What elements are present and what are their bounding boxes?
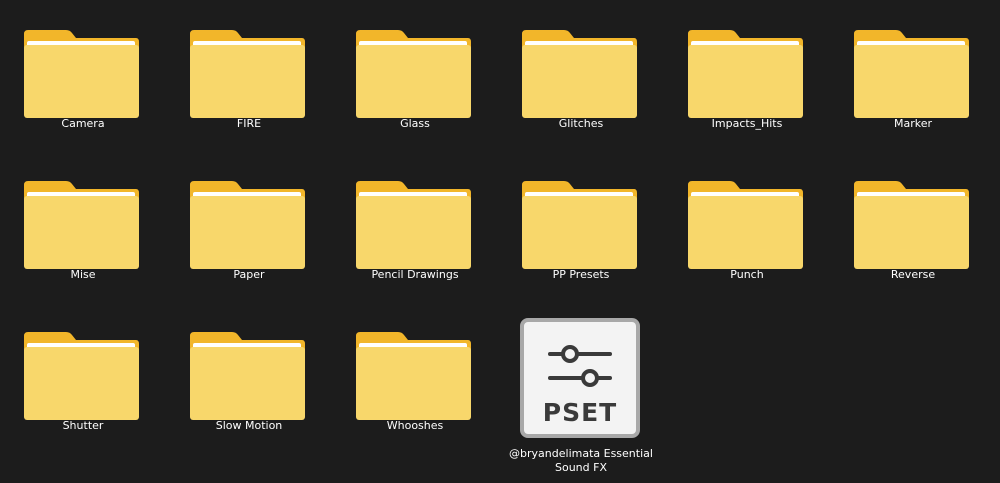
folder-icon <box>356 181 471 269</box>
folder-item[interactable]: Marker <box>830 0 996 150</box>
folder-icon <box>356 332 471 420</box>
folder-label: FIRE <box>236 117 262 130</box>
folder-icon <box>688 181 803 269</box>
file-explorer-icon-grid: Camera FIRE Glass Glitches Impacts_Hits … <box>0 0 1000 483</box>
folder-label: Mise <box>70 268 96 281</box>
folder-item[interactable]: Pencil Drawings <box>332 151 498 301</box>
pset-icon-text: PSET <box>542 398 618 427</box>
folder-item[interactable]: Paper <box>166 151 332 301</box>
folder-label: Pencil Drawings <box>371 268 459 281</box>
folder-label: Glass <box>400 117 430 130</box>
folder-item[interactable]: Camera <box>0 0 166 150</box>
folder-icon <box>190 332 305 420</box>
folder-label: Impacts_Hits <box>711 117 783 130</box>
folder-label: Whooshes <box>386 419 444 432</box>
folder-item[interactable]: Whooshes <box>332 302 498 452</box>
folder-icon <box>522 30 637 118</box>
folder-label: Marker <box>893 117 933 130</box>
folder-item[interactable]: PP Presets <box>498 151 664 301</box>
folder-item[interactable]: Impacts_Hits <box>664 0 830 150</box>
sliders-icon <box>548 345 612 387</box>
folder-icon <box>24 181 139 269</box>
folder-icon <box>522 181 637 269</box>
folder-label: Reverse <box>890 268 936 281</box>
folder-icon <box>356 30 471 118</box>
folder-item[interactable]: Reverse <box>830 151 996 301</box>
folder-label: Punch <box>730 268 764 281</box>
folder-label: PP Presets <box>552 268 610 281</box>
folder-icon <box>688 30 803 118</box>
folder-icon <box>854 181 969 269</box>
folder-item[interactable]: Glass <box>332 0 498 150</box>
folder-item[interactable]: FIRE <box>166 0 332 150</box>
folder-icon <box>24 332 139 420</box>
folder-label: Shutter <box>62 419 104 432</box>
folder-icon <box>24 30 139 118</box>
folder-icon <box>854 30 969 118</box>
folder-label: Slow Motion <box>215 419 283 432</box>
folder-item[interactable]: Shutter <box>0 302 166 452</box>
folder-label: Paper <box>233 268 265 281</box>
folder-label: Camera <box>61 117 105 130</box>
folder-item[interactable]: Glitches <box>498 0 664 150</box>
folder-item[interactable]: Punch <box>664 151 830 301</box>
folder-icon <box>190 181 305 269</box>
pset-file-icon: PSET <box>520 318 640 438</box>
folder-icon <box>190 30 305 118</box>
folder-item[interactable]: Mise <box>0 151 166 301</box>
folder-label: Glitches <box>558 117 604 130</box>
pset-file-label: @bryandelimata Essential Sound FX <box>509 447 653 474</box>
folder-item[interactable]: Slow Motion <box>166 302 332 452</box>
